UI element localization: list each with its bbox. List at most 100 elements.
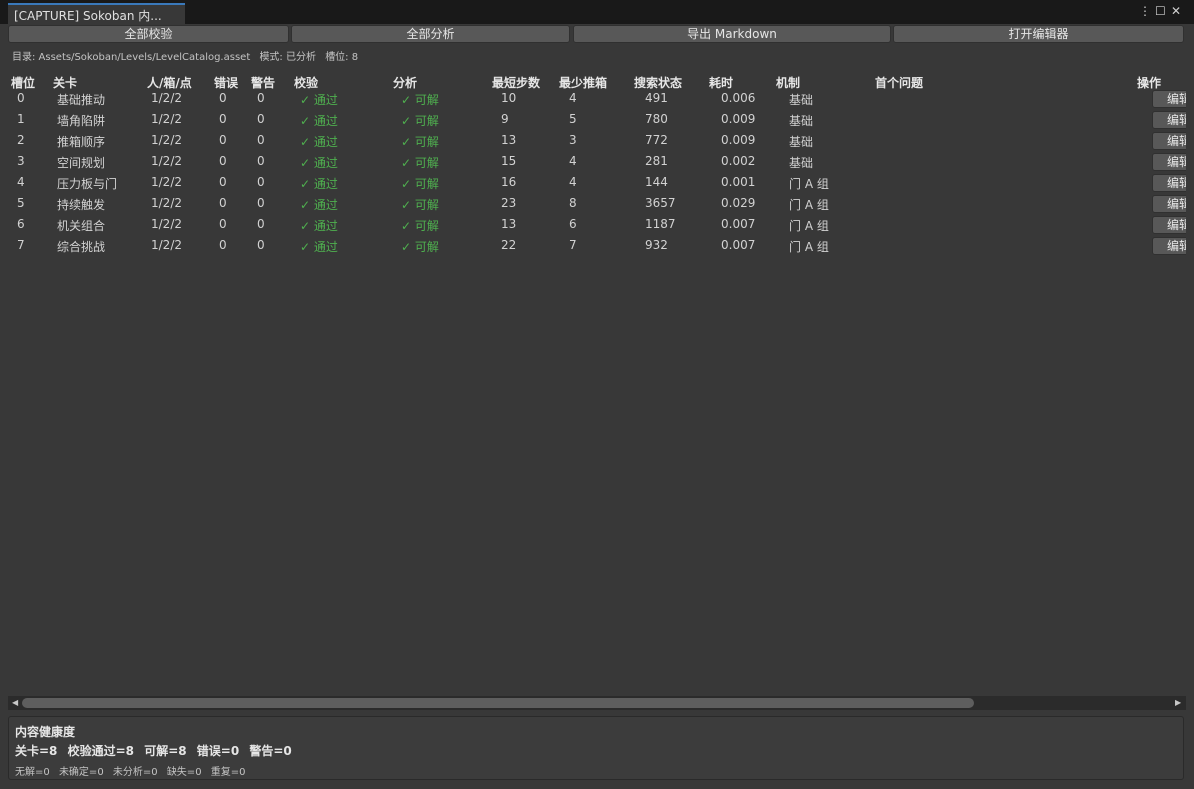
level-name-cell: 持续触发 <box>57 198 106 212</box>
warnings-cell: 0 <box>257 238 265 252</box>
level-name-cell: 墙角陷阱 <box>57 114 106 128</box>
table-row[interactable]: 4 压力板与门 1/2/2 0 0 ✓ 通过 ✓ 可解 16 4 144 0.001 门 A 组 编辑 <box>8 173 1186 194</box>
min-pushes-cell: 4 <box>569 175 577 189</box>
table-row[interactable]: 5 持续触发 1/2/2 0 0 ✓ 通过 ✓ 可解 23 8 3657 0.029 门 A 组 编辑 <box>8 194 1186 215</box>
mechanic-cell: 基础 <box>789 156 814 170</box>
player-box-goal-cell: 1/2/2 <box>151 154 182 168</box>
level-name-cell: 综合挑战 <box>57 240 106 254</box>
scrollbar-thumb[interactable] <box>22 698 974 708</box>
errors-cell: 0 <box>219 238 227 252</box>
errors-cell: 0 <box>219 217 227 231</box>
edit-level-button[interactable]: 编辑 <box>1152 195 1186 213</box>
close-icon[interactable]: ✕ <box>1171 4 1181 18</box>
edit-level-button[interactable]: 编辑 <box>1152 174 1186 192</box>
time-cell: 0.006 <box>721 91 756 105</box>
catalog-path: 目录: Assets/Sokoban/Levels/LevelCatalog.a… <box>12 52 251 63</box>
scroll-left-icon[interactable]: ◀ <box>12 696 18 710</box>
analysis-cell: ✓ 可解 <box>401 240 439 254</box>
summary-errors: 错误=0 <box>196 744 240 758</box>
min-steps-cell: 13 <box>501 133 517 147</box>
time-cell: 0.001 <box>721 175 756 189</box>
tab-bar: [CAPTURE] Sokoban 内... ⋮ ☐ ✕ <box>0 0 1194 24</box>
warnings-cell: 0 <box>257 133 265 147</box>
min-pushes-cell: 7 <box>569 238 577 252</box>
window-tab[interactable]: [CAPTURE] Sokoban 内... <box>8 3 185 24</box>
analysis-cell: ✓ 可解 <box>401 114 439 128</box>
search-states-cell: 281 <box>645 154 668 168</box>
player-box-goal-cell: 1/2/2 <box>151 91 182 105</box>
open-editor-button[interactable]: 打开编辑器 <box>893 25 1184 43</box>
search-states-cell: 772 <box>645 133 668 147</box>
scroll-right-icon[interactable]: ▶ <box>1175 696 1181 710</box>
toolbar: 全部校验 全部分析 导出 Markdown 打开编辑器 <box>8 25 1186 43</box>
detail-undetermined: 未确定=0 <box>58 767 104 778</box>
analysis-cell: ✓ 可解 <box>401 93 439 107</box>
table-row[interactable]: 0 基础推动 1/2/2 0 0 ✓ 通过 ✓ 可解 10 4 491 0.006 基础 编辑 <box>8 89 1186 110</box>
player-box-goal-cell: 1/2/2 <box>151 238 182 252</box>
errors-cell: 0 <box>219 196 227 210</box>
editor-window: [CAPTURE] Sokoban 内... ⋮ ☐ ✕ 全部校验 全部分析 导… <box>0 0 1194 789</box>
more-menu-icon[interactable]: ⋮ <box>1139 4 1151 18</box>
slot-cell: 2 <box>17 133 25 147</box>
search-states-cell: 1187 <box>645 217 676 231</box>
time-cell: 0.029 <box>721 196 756 210</box>
search-states-cell: 491 <box>645 91 668 105</box>
level-name-cell: 推箱顺序 <box>57 135 106 149</box>
warnings-cell: 0 <box>257 91 265 105</box>
level-name-cell: 压力板与门 <box>57 177 118 191</box>
edit-level-button[interactable]: 编辑 <box>1152 90 1186 108</box>
level-table: 槽位 关卡 人/箱/点 错误 警告 校验 分析 最短步数 最少推箱 搜索状态 耗… <box>8 72 1186 696</box>
validation-cell: ✓ 通过 <box>300 135 338 149</box>
table-row[interactable]: 6 机关组合 1/2/2 0 0 ✓ 通过 ✓ 可解 13 6 1187 0.007 门 A 组 编辑 <box>8 215 1186 236</box>
min-steps-cell: 22 <box>501 238 517 252</box>
errors-cell: 0 <box>219 112 227 126</box>
warnings-cell: 0 <box>257 175 265 189</box>
edit-level-button[interactable]: 编辑 <box>1152 132 1186 150</box>
detail-unsolvable: 无解=0 <box>15 767 50 778</box>
table-row[interactable]: 3 空间规划 1/2/2 0 0 ✓ 通过 ✓ 可解 15 4 281 0.002 基础 编辑 <box>8 152 1186 173</box>
warnings-cell: 0 <box>257 196 265 210</box>
export-markdown-button[interactable]: 导出 Markdown <box>573 25 891 43</box>
table-row[interactable]: 7 综合挑战 1/2/2 0 0 ✓ 通过 ✓ 可解 22 7 932 0.007 门 A 组 编辑 <box>8 236 1186 257</box>
edit-level-button[interactable]: 编辑 <box>1152 111 1186 129</box>
min-pushes-cell: 6 <box>569 217 577 231</box>
player-box-goal-cell: 1/2/2 <box>151 175 182 189</box>
warnings-cell: 0 <box>257 217 265 231</box>
edit-level-button[interactable]: 编辑 <box>1152 216 1186 234</box>
summary-warnings: 警告=0 <box>249 744 292 758</box>
mechanic-cell: 基础 <box>789 114 814 128</box>
slot-cell: 3 <box>17 154 25 168</box>
warnings-cell: 0 <box>257 154 265 168</box>
analyze-all-button[interactable]: 全部分析 <box>291 25 570 43</box>
detail-missing: 缺失=0 <box>166 767 202 778</box>
time-cell: 0.009 <box>721 133 756 147</box>
mechanic-cell: 门 A 组 <box>789 240 829 254</box>
player-box-goal-cell: 1/2/2 <box>151 112 182 126</box>
horizontal-scrollbar[interactable]: ◀ ▶ <box>8 696 1186 710</box>
min-pushes-cell: 4 <box>569 154 577 168</box>
min-pushes-cell: 5 <box>569 112 577 126</box>
mechanic-cell: 门 A 组 <box>789 198 829 212</box>
summary-validated: 校验通过=8 <box>67 744 134 758</box>
validate-all-button[interactable]: 全部校验 <box>8 25 289 43</box>
edit-level-button[interactable]: 编辑 <box>1152 153 1186 171</box>
min-steps-cell: 9 <box>501 112 509 126</box>
player-box-goal-cell: 1/2/2 <box>151 133 182 147</box>
edit-level-button[interactable]: 编辑 <box>1152 237 1186 255</box>
analysis-cell: ✓ 可解 <box>401 135 439 149</box>
min-steps-cell: 15 <box>501 154 517 168</box>
validation-cell: ✓ 通过 <box>300 93 338 107</box>
maximize-icon[interactable]: ☐ <box>1155 4 1166 18</box>
health-summary: 关卡=8 校验通过=8 可解=8 错误=0 警告=0 <box>15 742 298 759</box>
table-row[interactable]: 2 推箱顺序 1/2/2 0 0 ✓ 通过 ✓ 可解 13 3 772 0.009 基础 编辑 <box>8 131 1186 152</box>
table-row[interactable]: 1 墙角陷阱 1/2/2 0 0 ✓ 通过 ✓ 可解 9 5 780 0.009 基础 编辑 <box>8 110 1186 131</box>
validation-cell: ✓ 通过 <box>300 177 338 191</box>
min-steps-cell: 23 <box>501 196 517 210</box>
search-states-cell: 932 <box>645 238 668 252</box>
min-pushes-cell: 3 <box>569 133 577 147</box>
slot-cell: 7 <box>17 238 25 252</box>
errors-cell: 0 <box>219 91 227 105</box>
min-steps-cell: 10 <box>501 91 517 105</box>
level-name-cell: 机关组合 <box>57 219 106 233</box>
analysis-cell: ✓ 可解 <box>401 156 439 170</box>
